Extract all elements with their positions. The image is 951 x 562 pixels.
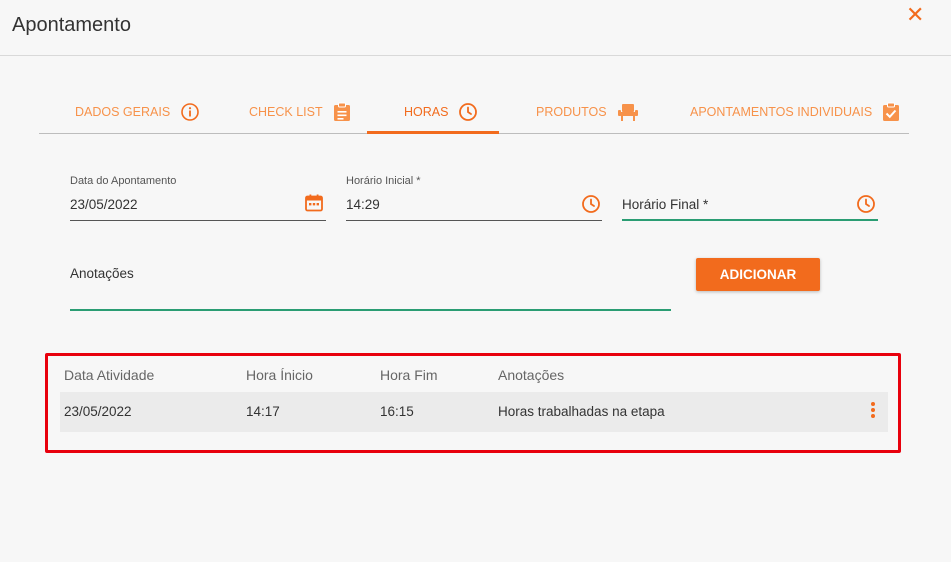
tab-dados-gerais[interactable]: DADOS GERAIS (75, 100, 200, 124)
tab-label: PRODUTOS (536, 105, 607, 119)
clock-icon[interactable] (581, 194, 601, 214)
dialog-title: Apontamento (12, 14, 131, 36)
column-header-date: Data Atividade (64, 367, 155, 383)
kebab-menu-icon[interactable] (866, 398, 880, 422)
clipboard-check-icon (882, 102, 900, 122)
column-header-notes: Anotações (498, 367, 565, 383)
start-time-field[interactable]: 14:29 (346, 197, 380, 212)
start-time-underline (346, 220, 602, 221)
cell-start: 14:17 (246, 404, 280, 419)
column-header-end: Hora Fim (380, 367, 438, 383)
calendar-icon[interactable] (304, 193, 324, 213)
date-field-underline (70, 220, 326, 221)
tab-horas[interactable]: HORAS (404, 100, 478, 124)
header-divider (0, 55, 951, 56)
tab-produtos[interactable]: PRODUTOS (536, 100, 639, 124)
clock-icon (458, 102, 478, 122)
clock-icon[interactable] (856, 194, 876, 214)
active-tab-indicator (367, 131, 499, 134)
close-icon[interactable]: ✕ (906, 4, 924, 26)
date-field-label: Data do Apontamento (70, 175, 177, 187)
add-button[interactable]: ADICIONAR (696, 258, 820, 291)
cell-date: 23/05/2022 (64, 404, 132, 419)
tab-apontamentos-individuais[interactable]: APONTAMENTOS INDIVIDUAIS (690, 100, 900, 124)
start-time-label: Horário Inicial * (346, 175, 421, 187)
clipboard-icon (333, 102, 351, 122)
tab-label: DADOS GERAIS (75, 105, 171, 119)
chair-icon (617, 102, 639, 122)
cell-end: 16:15 (380, 404, 414, 419)
end-time-underline (622, 219, 878, 221)
cell-notes: Horas trabalhadas na etapa (498, 404, 665, 419)
tab-check-list[interactable]: CHECK LIST (249, 100, 351, 124)
tab-label: HORAS (404, 105, 449, 119)
notes-underline (70, 309, 671, 311)
table-row (60, 392, 888, 432)
date-field[interactable]: 23/05/2022 (70, 197, 138, 212)
end-time-field[interactable]: Horário Final * (622, 197, 708, 212)
column-header-start: Hora Ínicio (246, 367, 313, 383)
tab-label: CHECK LIST (249, 105, 323, 119)
notes-field[interactable]: Anotações (70, 266, 134, 281)
tab-label: APONTAMENTOS INDIVIDUAIS (690, 105, 873, 119)
info-icon (180, 102, 200, 122)
